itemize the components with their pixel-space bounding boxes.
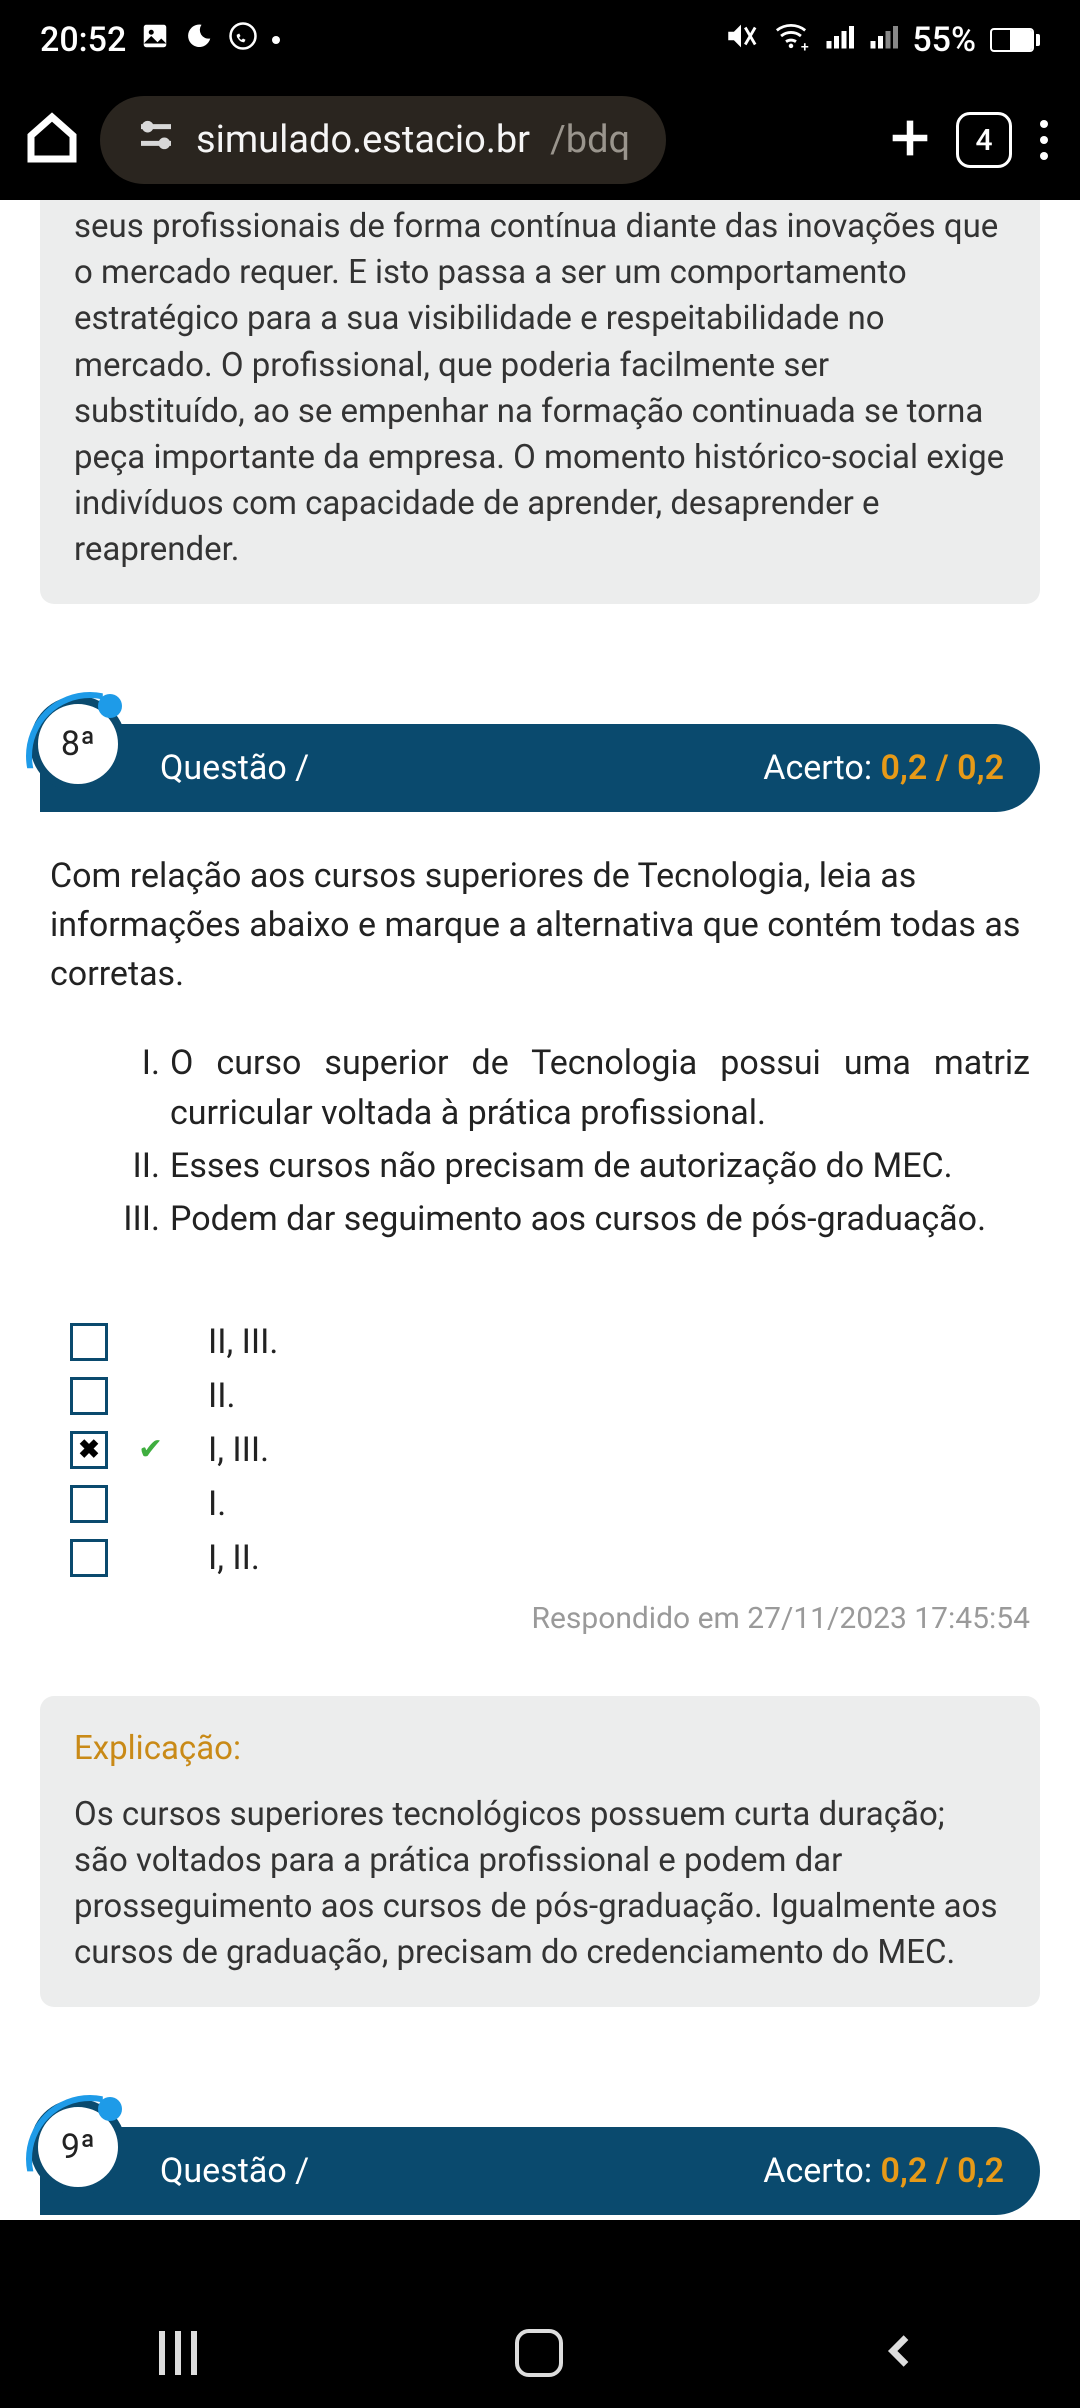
- whatsapp-icon: [228, 20, 258, 60]
- statement-row: III.Podem dar seguimento aos cursos de p…: [120, 1195, 1030, 1244]
- browser-toolbar: simulado.estacio.br/bdq 4: [0, 80, 1080, 200]
- question-8-statements: I.O curso superior de Tecnologia possui …: [120, 1039, 1030, 1244]
- dnd-moon-icon: [184, 20, 214, 60]
- score-label: Acerto: 0,2 / 0,2: [763, 2151, 1004, 2191]
- statement-row: II.Esses cursos não precisam de autoriza…: [120, 1142, 1030, 1191]
- option-label: I, III.: [208, 1430, 269, 1470]
- checkbox[interactable]: ✖: [70, 1431, 108, 1469]
- statement-text: Podem dar seguimento aos cursos de pós-g…: [170, 1195, 986, 1244]
- checkbox[interactable]: [70, 1485, 108, 1523]
- system-nav-bar: [0, 2298, 1080, 2408]
- explanation-text: seus profissionais de forma contínua dia…: [74, 204, 1006, 574]
- checkbox[interactable]: [70, 1539, 108, 1577]
- page-content: seus profissionais de forma contínua dia…: [0, 200, 1080, 2220]
- new-tab-button[interactable]: [884, 112, 936, 168]
- address-bar[interactable]: simulado.estacio.br/bdq: [100, 96, 666, 184]
- option-row[interactable]: ✖ ✔ I, III.: [70, 1423, 1030, 1477]
- statement-number: III.: [120, 1195, 160, 1244]
- question-8-header: 8ª Questão / Acerto: 0,2 / 0,2: [40, 724, 1040, 812]
- tab-count: 4: [975, 123, 992, 158]
- signal-icon: [824, 20, 854, 60]
- option-row[interactable]: II.: [70, 1369, 1030, 1423]
- url-path: /bdq: [550, 118, 630, 162]
- option-label: II, III.: [208, 1322, 278, 1362]
- explanation-text: Os cursos superiores tecnológicos possue…: [74, 1792, 1006, 1977]
- option-row[interactable]: I, II.: [70, 1531, 1030, 1585]
- option-row[interactable]: I.: [70, 1477, 1030, 1531]
- url-host: simulado.estacio.br: [196, 118, 530, 162]
- more-dot-icon: [272, 36, 280, 44]
- correct-tick-icon: ✔: [138, 1432, 168, 1467]
- question-number-badge: 9ª: [30, 2099, 126, 2195]
- overflow-menu-button[interactable]: [1032, 112, 1056, 168]
- statement-number: II.: [120, 1142, 160, 1191]
- statement-text: O curso superior de Tecnologia possui um…: [170, 1039, 1030, 1138]
- mute-icon: [724, 19, 758, 62]
- image-icon: [140, 20, 170, 60]
- option-row[interactable]: II, III.: [70, 1315, 1030, 1369]
- question-label: Questão /: [160, 2151, 309, 2191]
- status-bar: 20:52 + 55%: [0, 0, 1080, 80]
- answered-timestamp: Respondido em 27/11/2023 17:45:54: [50, 1601, 1030, 1636]
- back-button[interactable]: [881, 2331, 921, 2375]
- option-label: II.: [208, 1376, 235, 1416]
- battery-text: 55%: [912, 20, 976, 60]
- score-label: Acerto: 0,2 / 0,2: [763, 748, 1004, 788]
- question-9-header: 9ª Questão / Acerto: 0,2 / 0,2: [40, 2127, 1040, 2215]
- question-label: Questão /: [160, 748, 309, 788]
- clock: 20:52: [40, 20, 126, 60]
- statement-number: I.: [120, 1039, 160, 1138]
- statement-text: Esses cursos não precisam de autorização…: [170, 1142, 953, 1191]
- explanation-box-q8: Explicação: Os cursos superiores tecnoló…: [40, 1696, 1040, 2007]
- checkbox[interactable]: [70, 1377, 108, 1415]
- statement-row: I.O curso superior de Tecnologia possui …: [120, 1039, 1030, 1138]
- question-number-badge: 8ª: [30, 696, 126, 792]
- question-8-options: II, III. II. ✖ ✔ I, III. I. I, II.: [70, 1315, 1030, 1585]
- home-button-system[interactable]: [515, 2329, 563, 2377]
- wifi-icon: +: [772, 19, 810, 62]
- recents-button[interactable]: [159, 2331, 197, 2375]
- home-button[interactable]: [24, 110, 80, 170]
- svg-text:+: +: [801, 39, 809, 52]
- explanation-box-previous: seus profissionais de forma contínua dia…: [40, 200, 1040, 604]
- checkbox[interactable]: [70, 1323, 108, 1361]
- site-settings-icon: [136, 115, 176, 165]
- option-label: I.: [208, 1484, 226, 1524]
- tabs-button[interactable]: 4: [956, 112, 1012, 168]
- explanation-title: Explicação:: [74, 1726, 1006, 1772]
- option-label: I, II.: [208, 1538, 260, 1578]
- battery-icon: [990, 28, 1040, 52]
- signal-icon-2: [868, 20, 898, 60]
- question-8-prompt: Com relação aos cursos superiores de Tec…: [50, 852, 1030, 1000]
